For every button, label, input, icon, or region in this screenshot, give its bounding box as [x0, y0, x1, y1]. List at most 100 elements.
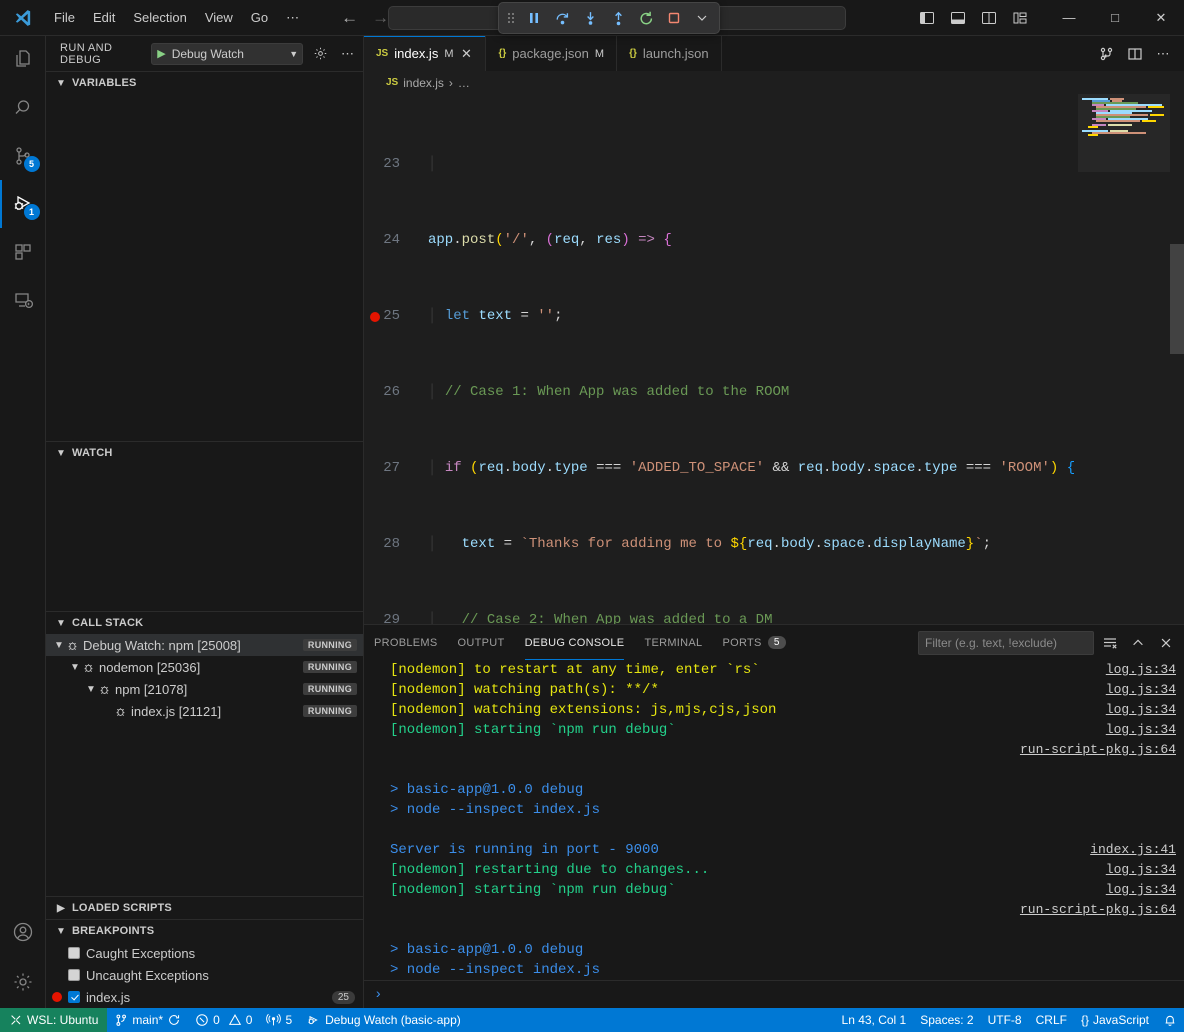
- menu-selection[interactable]: Selection: [125, 6, 194, 29]
- code-editor[interactable]: 23 │ 24 app.post('/', (req, res) => { 25…: [364, 94, 1184, 624]
- collapse-panel-icon[interactable]: [1126, 631, 1150, 655]
- split-editor-icon[interactable]: [1094, 41, 1120, 67]
- breakpoint-checkbox[interactable]: [68, 969, 80, 981]
- console-source-link[interactable]: log.js:34: [1106, 700, 1176, 720]
- console-filter-input[interactable]: Filter (e.g. text, !exclude): [918, 631, 1094, 655]
- console-source-link[interactable]: log.js:34: [1106, 660, 1176, 680]
- activity-explorer[interactable]: [0, 36, 46, 84]
- chevron-down-icon[interactable]: ▼: [84, 684, 98, 695]
- status-encoding[interactable]: UTF-8: [981, 1008, 1029, 1032]
- breakpoint-row-index-js[interactable]: index.js 25: [46, 986, 363, 1008]
- console-source-link[interactable]: run-script-pkg.js:64: [1020, 900, 1176, 920]
- arrow-left-icon[interactable]: ←: [341, 9, 358, 26]
- stop-button[interactable]: [661, 5, 687, 31]
- status-remote[interactable]: WSL: Ubuntu: [0, 1008, 107, 1032]
- section-header-variables[interactable]: ▼ VARIABLES: [46, 72, 363, 94]
- status-debug-session[interactable]: Debug Watch (basic-app): [299, 1008, 468, 1032]
- status-language-mode[interactable]: {} JavaScript: [1074, 1008, 1156, 1032]
- debug-more-button[interactable]: [689, 5, 715, 31]
- step-into-button[interactable]: [577, 5, 603, 31]
- toggle-panel-icon[interactable]: [944, 5, 972, 31]
- activity-accounts[interactable]: [0, 908, 46, 956]
- status-problems[interactable]: 0 0: [188, 1008, 259, 1032]
- tab-launch-json[interactable]: {} launch.json: [617, 36, 722, 71]
- debug-console-output[interactable]: [nodemon] to restart at any time, enter …: [364, 660, 1184, 980]
- menu-edit[interactable]: Edit: [85, 6, 123, 29]
- step-over-button[interactable]: [549, 5, 575, 31]
- minimize-button[interactable]: —: [1046, 0, 1092, 36]
- clear-console-icon[interactable]: [1098, 631, 1122, 655]
- close-button[interactable]: ✕: [1138, 0, 1184, 36]
- activity-extensions[interactable]: [0, 228, 46, 276]
- activity-source-control[interactable]: 5: [0, 132, 46, 180]
- activity-remote-explorer[interactable]: [0, 276, 46, 324]
- menu-file[interactable]: File: [46, 6, 83, 29]
- menu-view[interactable]: View: [197, 6, 241, 29]
- status-branch[interactable]: main*: [107, 1008, 188, 1032]
- menu-more[interactable]: ⋯: [278, 6, 307, 30]
- close-panel-icon[interactable]: [1154, 631, 1178, 655]
- section-header-loaded-scripts[interactable]: ▶ LOADED SCRIPTS: [46, 897, 363, 919]
- close-icon[interactable]: ✕: [459, 46, 473, 62]
- customize-layout-icon[interactable]: [1006, 5, 1034, 31]
- status-cursor-position[interactable]: Ln 43, Col 1: [835, 1008, 914, 1032]
- status-ports[interactable]: 5: [259, 1008, 299, 1032]
- chevron-down-icon[interactable]: ▼: [289, 49, 298, 59]
- restart-button[interactable]: [633, 5, 659, 31]
- breadcrumb-tail[interactable]: …: [458, 76, 470, 90]
- pause-button[interactable]: [521, 5, 547, 31]
- breakpoint-row-uncaught-exceptions[interactable]: Uncaught Exceptions: [46, 964, 363, 986]
- breakpoint-checkbox[interactable]: [68, 947, 80, 959]
- arrow-right-icon[interactable]: →: [372, 9, 389, 26]
- editor-scrollbar[interactable]: [1170, 94, 1184, 624]
- console-source-link[interactable]: log.js:34: [1106, 860, 1176, 880]
- chevron-down-icon[interactable]: ▼: [52, 640, 66, 651]
- console-source-link[interactable]: run-script-pkg.js:64: [1020, 740, 1176, 760]
- toggle-primary-sidebar-icon[interactable]: [913, 5, 941, 31]
- section-header-call-stack[interactable]: ▼ CALL STACK: [46, 612, 363, 634]
- tab-output[interactable]: OUTPUT: [448, 625, 515, 660]
- drag-handle-icon[interactable]: [503, 11, 519, 25]
- activity-run-and-debug[interactable]: 1: [0, 180, 46, 228]
- toggle-secondary-sidebar-icon[interactable]: [975, 5, 1003, 31]
- tab-problems[interactable]: PROBLEMS: [364, 625, 448, 660]
- breakpoint-row-caught-exceptions[interactable]: Caught Exceptions: [46, 942, 363, 964]
- tab-index-js[interactable]: JS index.js M ✕: [364, 36, 486, 71]
- status-eol[interactable]: CRLF: [1029, 1008, 1074, 1032]
- call-stack-row[interactable]: ▼ nodemon [25036] RUNNING: [46, 656, 363, 678]
- console-source-link[interactable]: log.js:34: [1106, 880, 1176, 900]
- activity-search[interactable]: [0, 84, 46, 132]
- maximize-button[interactable]: □: [1092, 0, 1138, 36]
- breadcrumb[interactable]: JS index.js › …: [364, 71, 1184, 94]
- editor-breakpoint-dot-icon[interactable]: [370, 312, 380, 322]
- ellipsis-icon[interactable]: ⋯: [338, 43, 357, 65]
- status-indentation[interactable]: Spaces: 2: [913, 1008, 980, 1032]
- status-notifications[interactable]: [1156, 1008, 1184, 1032]
- activity-manage-settings[interactable]: [0, 956, 46, 1008]
- play-icon[interactable]: ▶: [157, 47, 165, 60]
- debug-console-input[interactable]: ›: [364, 980, 1184, 1008]
- menu-go[interactable]: Go: [243, 6, 276, 29]
- editor-minimap[interactable]: [1078, 94, 1170, 624]
- tab-terminal[interactable]: TERMINAL: [634, 625, 712, 660]
- breakpoint-checkbox[interactable]: [68, 991, 80, 1003]
- console-source-link[interactable]: log.js:34: [1106, 680, 1176, 700]
- tab-ports[interactable]: PORTS 5: [712, 625, 795, 660]
- section-header-breakpoints[interactable]: ▼ BREAKPOINTS: [46, 920, 363, 942]
- split-editor-right-icon[interactable]: [1122, 41, 1148, 67]
- breadcrumb-file[interactable]: index.js: [403, 76, 444, 90]
- step-out-button[interactable]: [605, 5, 631, 31]
- call-stack-row[interactable]: ▼ npm [21078] RUNNING: [46, 678, 363, 700]
- editor-scrollbar-thumb[interactable]: [1170, 244, 1184, 354]
- console-source-link[interactable]: index.js:41: [1090, 840, 1176, 860]
- section-header-watch[interactable]: ▼ WATCH: [46, 442, 363, 464]
- launch-configuration-select[interactable]: ▶ Debug Watch ▼: [151, 43, 303, 65]
- tab-package-json[interactable]: {} package.json M: [486, 36, 617, 71]
- gear-icon[interactable]: [311, 43, 330, 65]
- call-stack-row[interactable]: index.js [21121] RUNNING: [46, 700, 363, 722]
- chevron-down-icon[interactable]: ▼: [68, 662, 82, 673]
- call-stack-row[interactable]: ▼ Debug Watch: npm [25008] RUNNING: [46, 634, 363, 656]
- tab-debug-console[interactable]: DEBUG CONSOLE: [515, 625, 635, 660]
- more-actions-icon[interactable]: ⋯: [1150, 41, 1176, 67]
- console-source-link[interactable]: log.js:34: [1106, 720, 1176, 740]
